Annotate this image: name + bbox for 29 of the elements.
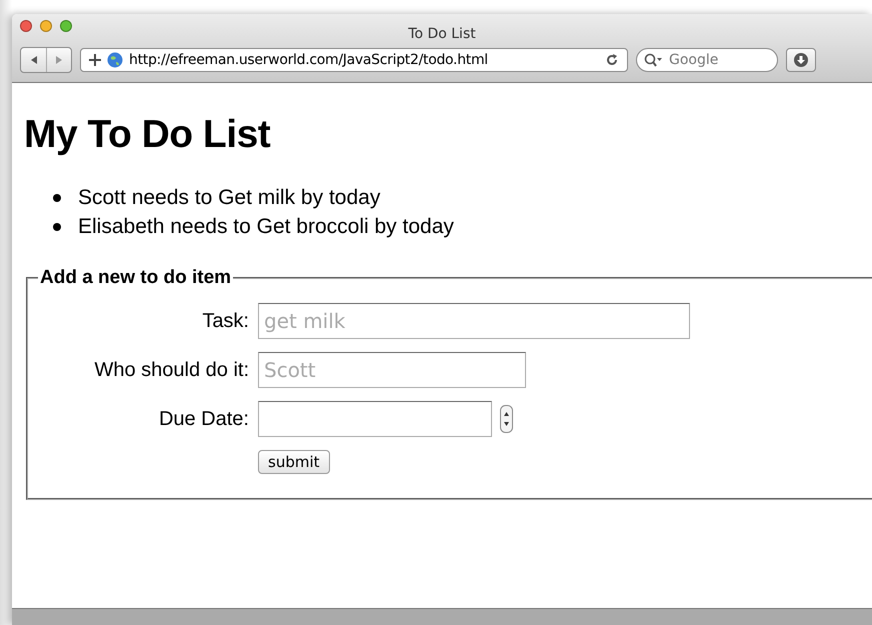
zoom-button[interactable] [60, 20, 72, 32]
close-button[interactable] [20, 20, 32, 32]
search-field[interactable]: Google [636, 48, 778, 72]
form-legend: Add a new to do item [38, 267, 234, 289]
bullet-icon [53, 222, 61, 230]
bullet-icon [53, 194, 61, 202]
todo-item: Elisabeth needs to Get broccoli by today [78, 214, 454, 240]
address-field[interactable]: http://efreeman.userworld.com/JavaScript2/todo.html [80, 48, 628, 72]
date-field[interactable] [258, 401, 492, 437]
submit-button[interactable]: submit [258, 450, 330, 474]
stepper-icon[interactable] [500, 405, 513, 433]
window-title: To Do List [407, 26, 477, 42]
reload-icon[interactable] [605, 53, 619, 67]
url-text: http://efreeman.userworld.com/JavaScript2/todo.html [129, 52, 489, 68]
download-icon [793, 52, 809, 68]
field-label: Task: [201, 310, 250, 332]
field-label: Who should do it: [93, 358, 250, 382]
globe-icon [107, 52, 123, 68]
text-field[interactable]: get milk [258, 303, 690, 339]
todo-item: Scott needs to Get milk by today [78, 185, 380, 211]
add-icon[interactable] [89, 54, 101, 66]
search-icon [644, 53, 662, 67]
minimize-button[interactable] [40, 20, 52, 32]
field-label: Due Date: [158, 408, 250, 430]
page-heading: My To Do List [24, 113, 272, 157]
right-triangle-icon [54, 55, 64, 65]
download-button[interactable] [786, 48, 816, 72]
text-field[interactable]: Scott [258, 352, 526, 388]
left-triangle-icon [28, 55, 38, 65]
